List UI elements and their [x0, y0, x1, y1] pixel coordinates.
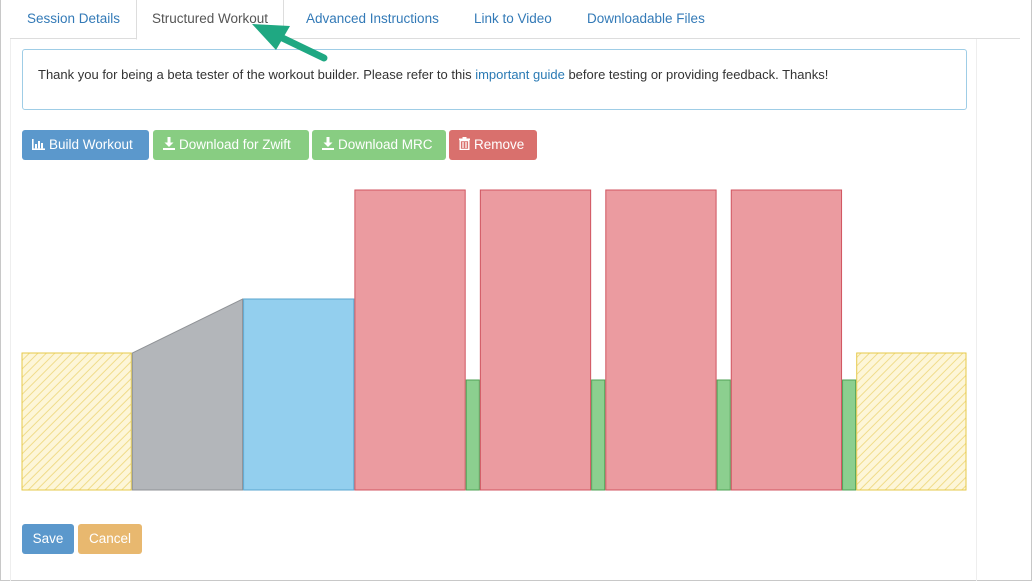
workout-segment-recovery — [591, 379, 606, 491]
workout-segment-recovery — [465, 379, 480, 491]
workout-segment-interval — [605, 189, 717, 491]
workout-segment-cooldown — [856, 352, 967, 491]
workout-segment-recovery — [842, 379, 857, 491]
cancel-button[interactable]: Cancel — [78, 524, 142, 554]
save-button[interactable]: Save — [22, 524, 74, 554]
workout-segment-ramp — [131, 298, 244, 491]
workout-segment-steady — [243, 298, 355, 491]
workout-segment-recovery — [716, 379, 731, 491]
workout-chart — [21, 189, 967, 491]
workout-segment-interval — [354, 189, 466, 491]
workout-segment-interval — [730, 189, 843, 491]
workout-segment-warmup — [21, 352, 132, 491]
workout-segment-interval — [479, 189, 592, 491]
